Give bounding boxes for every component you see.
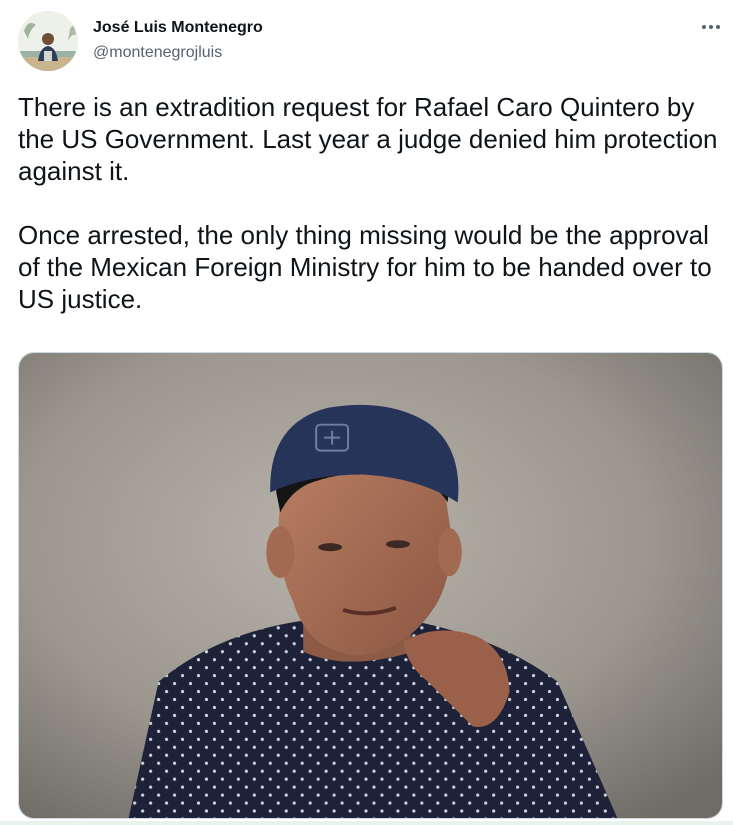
tweet-photo[interactable] — [18, 352, 723, 819]
more-horizontal-icon — [702, 25, 720, 29]
more-options-button[interactable] — [694, 12, 728, 42]
tweet-text: There is an extradition request for Rafa… — [18, 91, 718, 315]
author-avatar[interactable] — [18, 11, 78, 71]
bottom-divider — [0, 821, 733, 825]
tweet-card: José Luis Montenegro @montenegrojluis Th… — [0, 0, 733, 825]
avatar-image — [18, 11, 78, 71]
author-name[interactable]: José Luis Montenegro — [93, 18, 263, 38]
tweet-paragraph-2: Once arrested, the only thing missing wo… — [18, 220, 712, 314]
tweet-paragraph-1: There is an extradition request for Rafa… — [18, 92, 718, 186]
author-handle[interactable]: @montenegrojluis — [93, 43, 222, 63]
person-photo — [19, 353, 722, 818]
